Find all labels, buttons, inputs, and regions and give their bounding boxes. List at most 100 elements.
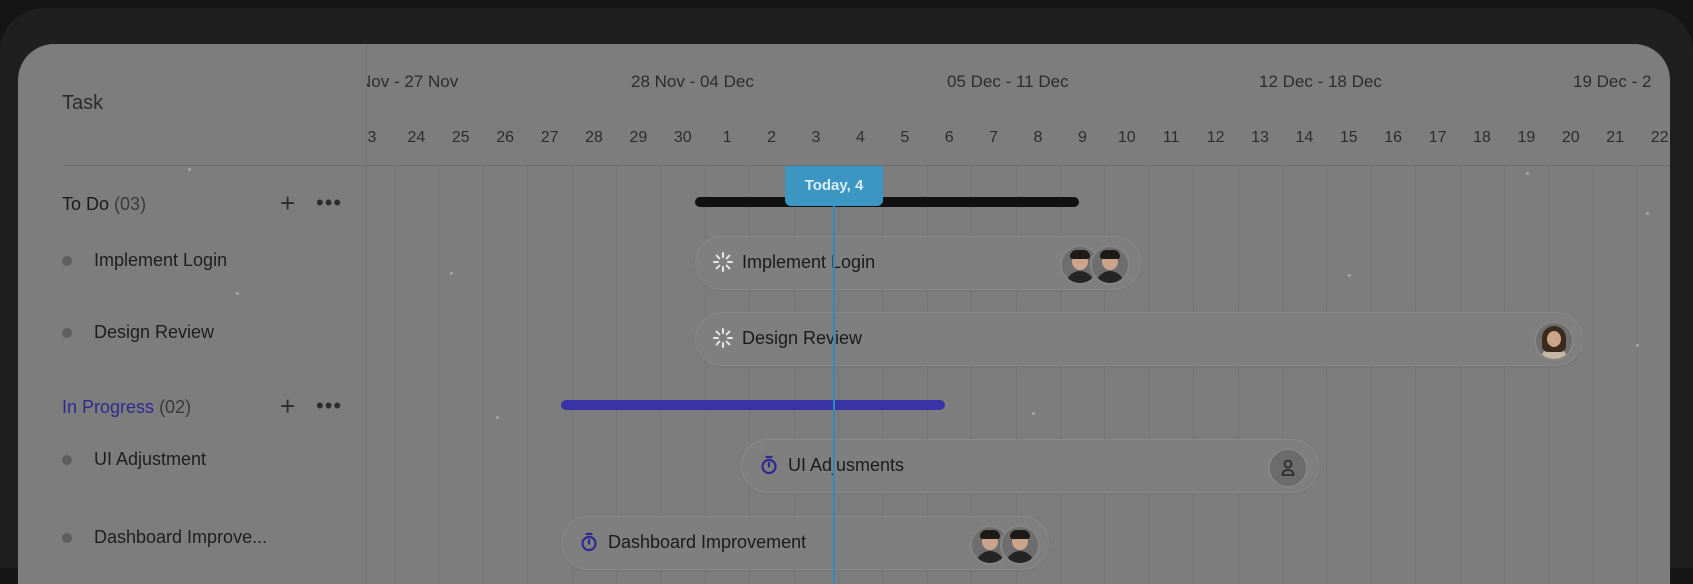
day-label: 6 (944, 129, 954, 146)
avatar[interactable] (1000, 525, 1040, 565)
day-gridline (1459, 166, 1461, 584)
more-horizontal-icon[interactable]: ••• (316, 393, 342, 419)
group-count: (02) (159, 397, 192, 417)
task-column: Task To Do (03) + ••• Implement Login De… (18, 44, 366, 584)
task-bar-label: UI Adjusments (788, 455, 905, 475)
decorative-dot (236, 292, 239, 295)
timeline-header-divider (367, 165, 1670, 166)
day-label: 4 (855, 129, 865, 146)
person-outline-icon (1281, 459, 1295, 476)
group-title: To Do (03) (62, 194, 146, 215)
loading-spinner-icon (713, 252, 733, 272)
day-label: 14 (1295, 129, 1314, 146)
day-label: 7 (989, 129, 999, 146)
task-bar-label: Implement Login (742, 252, 876, 272)
task-list-item-design-review[interactable]: Design Review (62, 319, 362, 349)
day-label: 10 (1117, 129, 1136, 146)
avatar[interactable] (1534, 321, 1574, 361)
day-label: 24 (407, 129, 426, 146)
day-label: 5 (900, 129, 910, 146)
task-bar-label: Dashboard Improvement (608, 532, 807, 552)
decorative-dot (1348, 274, 1351, 277)
more-horizontal-icon[interactable]: ••• (316, 190, 342, 216)
decorative-dot (1032, 412, 1035, 415)
stopwatch-icon (761, 455, 777, 475)
day-label: 17 (1428, 129, 1447, 146)
day-label: 26 (496, 129, 515, 146)
decorative-dot (188, 168, 191, 171)
plus-icon[interactable]: + (280, 188, 295, 219)
today-badge[interactable]: Today, 4 (785, 166, 883, 206)
task-list-item-implement-login[interactable]: Implement Login (62, 247, 362, 277)
day-label: 12 (1206, 129, 1225, 146)
decorative-dot (450, 272, 453, 275)
day-gridline (1237, 166, 1239, 584)
day-label: 2 (767, 129, 777, 146)
group-row-to-do[interactable]: To Do (03) + ••• (62, 188, 362, 220)
day-label: 8 (1033, 129, 1043, 146)
avatar[interactable] (1090, 245, 1130, 285)
user-placeholder-icon[interactable] (1268, 448, 1308, 488)
bullet-icon (62, 533, 72, 543)
task-list-label: Dashboard Improve... (94, 527, 268, 547)
day-gridline (1060, 166, 1061, 584)
task-list-item-ui-adjustment[interactable]: UI Adjustment (62, 446, 362, 476)
decorative-dot (1636, 344, 1639, 347)
task-list-label: Design Review (94, 322, 215, 342)
task-bar-label: Design Review (742, 328, 863, 348)
decorative-dot (1646, 212, 1649, 215)
group-row-in-progress[interactable]: In Progress (02) + ••• (62, 391, 362, 423)
week-label: Nov - 27 Nov (366, 72, 459, 91)
loading-spinner-icon (713, 328, 733, 348)
day-label: 19 (1517, 129, 1536, 146)
day-label: 22 (1650, 129, 1669, 146)
day-gridline (1592, 166, 1594, 584)
day-gridline (1282, 166, 1283, 584)
day-label: 9 (1077, 129, 1087, 146)
day-label: 1 (722, 129, 732, 146)
plus-icon[interactable]: + (280, 391, 295, 422)
week-label: 28 Nov - 04 Dec (631, 72, 754, 91)
phase-bar-in-progress[interactable] (561, 400, 945, 410)
day-label: 28 (585, 129, 603, 146)
day-label: 15 (1339, 129, 1358, 146)
day-gridline (438, 166, 440, 584)
day-label: 25 (451, 129, 470, 146)
week-label: 05 Dec - 11 Dec (947, 72, 1069, 91)
day-gridline (1193, 166, 1195, 584)
day-label: 16 (1384, 129, 1403, 146)
day-label: 27 (540, 129, 559, 146)
task-list-label: Implement Login (94, 250, 228, 270)
group-name: To Do (62, 194, 110, 214)
day-gridline (1326, 166, 1328, 584)
day-label: 29 (629, 129, 648, 146)
day-label: 3 (367, 129, 377, 146)
bullet-icon (62, 328, 72, 338)
decorative-dot (1526, 172, 1529, 175)
bullet-icon (62, 256, 72, 266)
group-title: In Progress (02) (62, 397, 191, 418)
bullet-icon (62, 455, 72, 465)
day-gridline (482, 166, 484, 584)
task-column-header: Task (62, 92, 104, 114)
phase-bar-to-do[interactable] (695, 197, 1079, 207)
day-gridline (1148, 166, 1150, 584)
day-gridline (394, 166, 395, 584)
timeline[interactable]: Nov - 27 Nov 28 Nov - 04 Dec 05 Dec - 11… (366, 44, 1670, 584)
week-label: 12 Dec - 18 Dec (1259, 72, 1382, 91)
task-list-item-dashboard-improvement[interactable]: Dashboard Improve... (62, 524, 362, 554)
stopwatch-icon (581, 532, 597, 552)
today-marker-line (833, 166, 835, 584)
day-gridline (1637, 166, 1639, 584)
task-header-divider (62, 165, 366, 166)
task-bar-design-review[interactable]: Design Review (695, 312, 1583, 366)
day-label: 20 (1561, 129, 1580, 146)
day-label: 13 (1251, 129, 1269, 146)
gantt-panel: Task To Do (03) + ••• Implement Login De… (18, 44, 1670, 584)
task-bar-ui-adjustment[interactable]: UI Adjusments (741, 439, 1319, 493)
task-bar-implement-login[interactable]: Implement Login (695, 236, 1141, 290)
group-name: In Progress (62, 397, 155, 417)
day-label: 3 (811, 129, 821, 146)
task-list-label: UI Adjustment (94, 449, 207, 469)
day-label: 11 (1162, 129, 1180, 146)
